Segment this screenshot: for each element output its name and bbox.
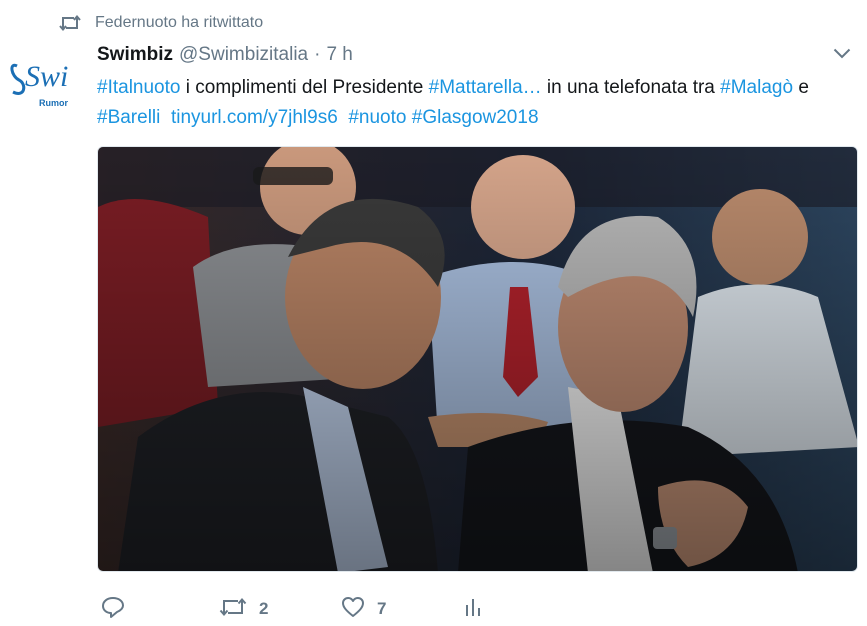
hashtag-link[interactable]: #Malagò [720,77,793,98]
avatar-subtext: Rumor [39,98,68,108]
avatar-text: Swi [25,60,68,93]
hashtag-link[interactable]: #Barelli [97,107,160,128]
tweet-text-segment: i complimenti del Presidente [180,77,429,98]
separator-dot: · [314,44,321,65]
tweet-photo[interactable] [97,146,858,572]
retweet-icon [59,12,85,34]
reply-button[interactable] [101,592,125,626]
tweet-actions: 2 7 [97,592,797,626]
retweet-icon [219,596,247,623]
retweet-count: 2 [259,599,269,618]
tweet-text-segment [338,107,349,128]
like-count: 7 [377,599,387,618]
like-button[interactable]: 7 [341,592,386,626]
chevron-down-icon [833,46,851,64]
tweet-text-segment: e [793,77,815,98]
photo-image [98,147,857,571]
tweet-timestamp[interactable]: 7 h [326,44,352,66]
reply-icon [101,596,125,623]
tweet-text-segment: in una telefonata tra [541,77,721,98]
tweet-header: Swimbiz @Swimbizitalia · 7 h [97,42,353,68]
tweet-text: #Italnuoto i complimenti del Presidente … [97,73,847,133]
analytics-icon [463,596,483,623]
more-options-button[interactable] [830,45,854,65]
hashtag-link[interactable]: #Italnuoto [97,77,180,98]
analytics-button[interactable] [463,592,483,626]
retweet-context: Federnuoto ha ritwittato [59,11,263,35]
hashtag-link[interactable]: #Mattarella… [429,77,542,98]
avatar[interactable]: Swi Rumor [7,52,85,116]
url-link[interactable]: tinyurl.com/y7jhl9s6 [171,107,338,128]
hashtag-link[interactable]: #Glasgow2018 [412,107,539,128]
retweet-button[interactable]: 2 [219,592,268,626]
tweet-text-segment [160,107,171,128]
retweet-context-text[interactable]: Federnuoto ha ritwittato [95,14,263,32]
display-name[interactable]: Swimbiz [97,44,173,66]
hashtag-link[interactable]: #nuoto [348,107,406,128]
heart-icon [341,596,365,623]
user-handle[interactable]: @Swimbizitalia [179,44,308,66]
